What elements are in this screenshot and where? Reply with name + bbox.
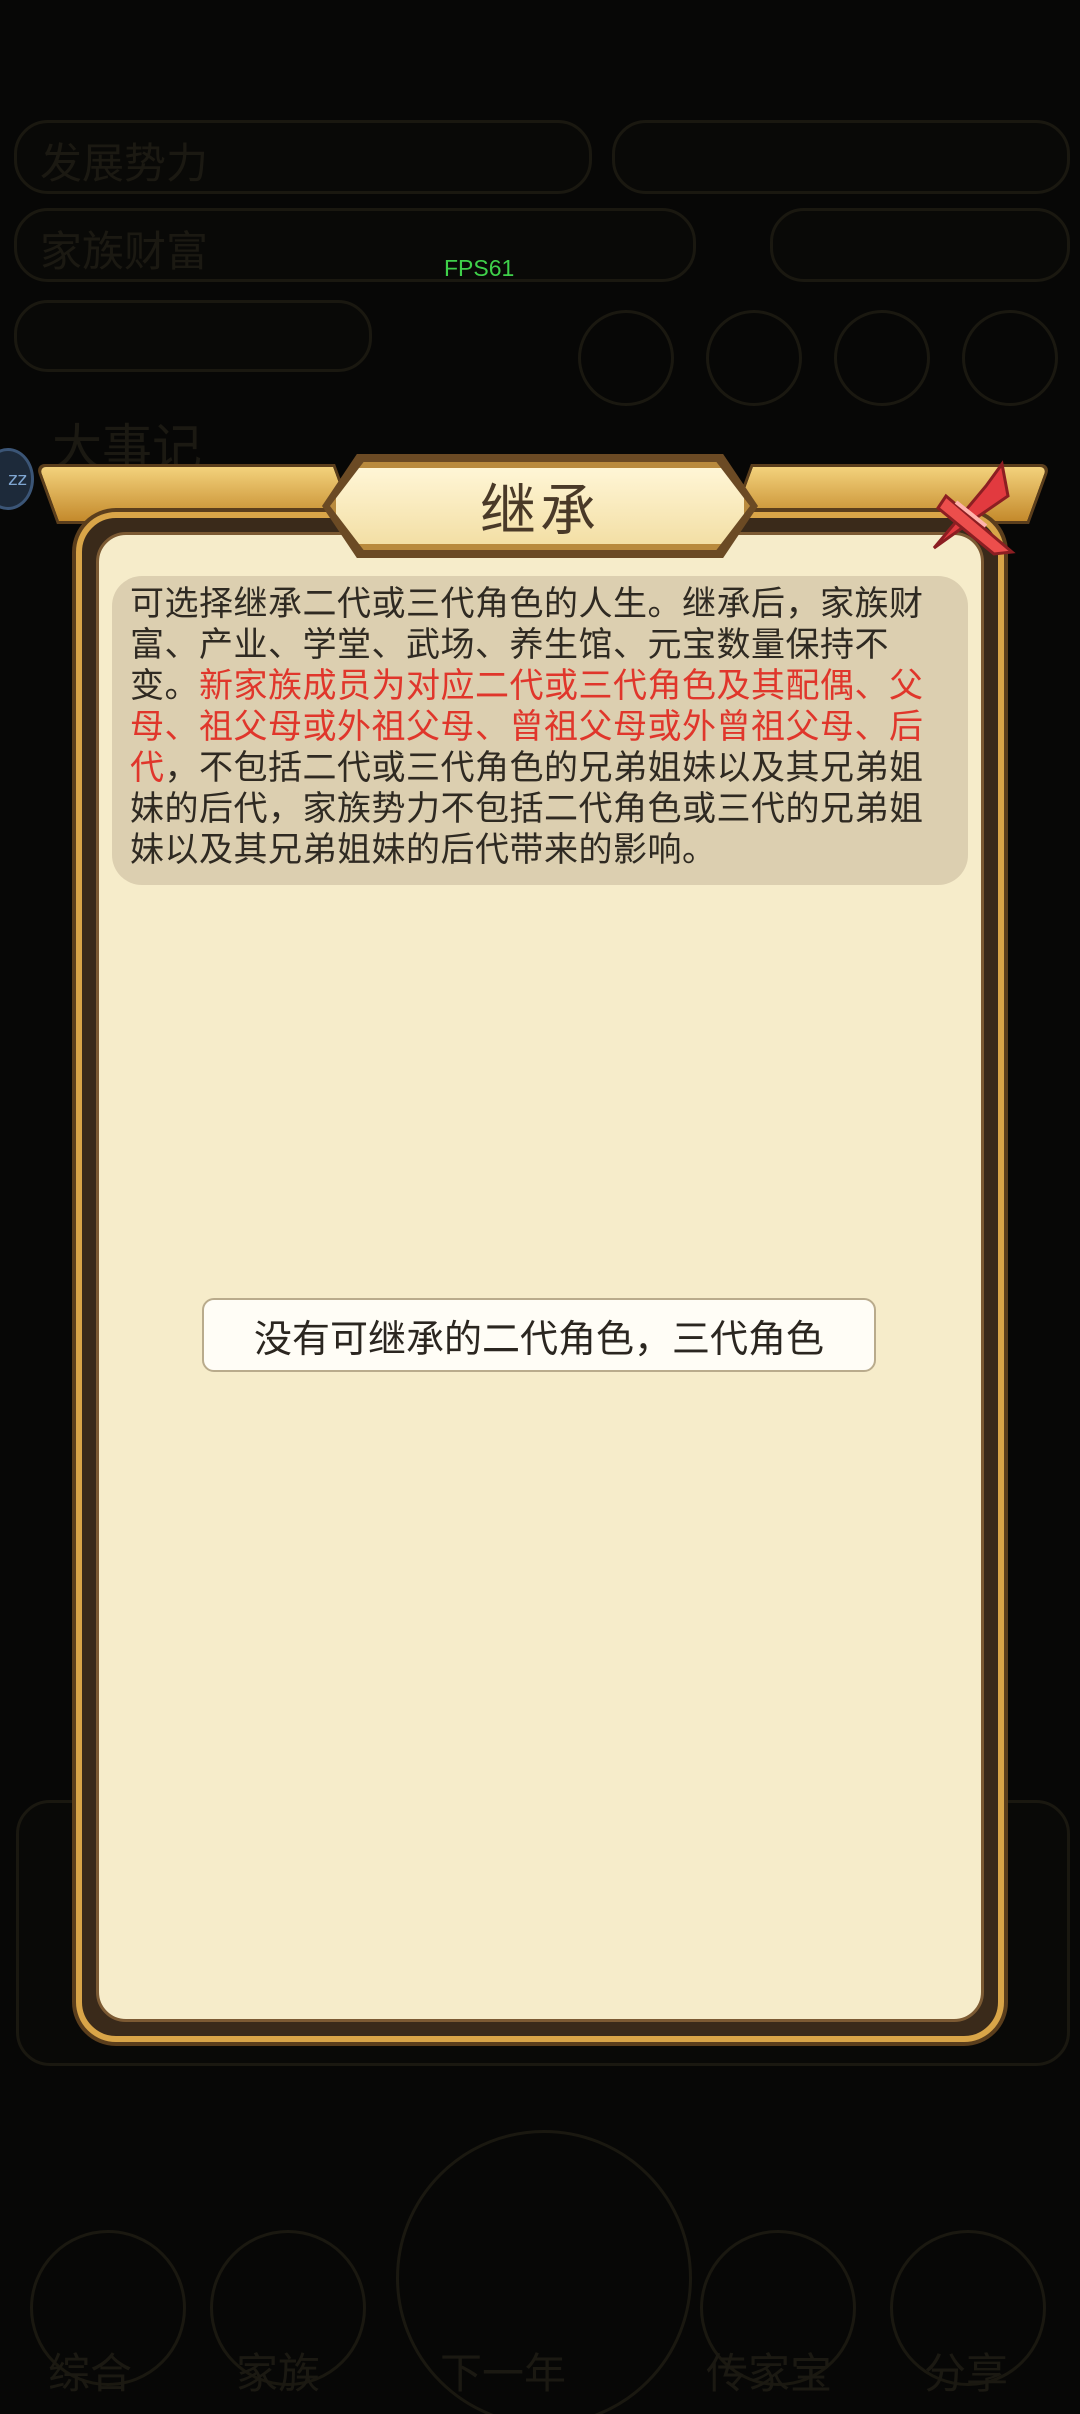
bg-icon-2 (706, 310, 802, 406)
bg-icon-3 (834, 310, 930, 406)
dialog-title: 继承 (480, 478, 600, 544)
bg-nav-label-5: 分享 (924, 2349, 1009, 2398)
fps-counter: FPS61 (444, 255, 515, 281)
empty-notice: 没有可继承的二代角色，三代角色 (202, 1298, 876, 1372)
bg-stat-bar-2 (612, 120, 1070, 194)
bg-button-bar (14, 300, 372, 372)
description-text-2: ，不包括二代或三代角色的兄弟姐妹以及其兄弟姐妹的后代，家族势力不包括二代角色或三… (130, 748, 924, 870)
game-screen: 发展势力 家族财富 大事记 综合 家族 下一年 传家宝 分享 FPS61 zz … (0, 0, 1080, 2414)
close-x-icon (932, 460, 1016, 556)
title-plate: 继承 (330, 462, 750, 550)
bg-nav-label-2: 家族 (236, 2349, 321, 2398)
bg-icon-4 (962, 310, 1058, 406)
bg-stat-bar-4 (770, 208, 1070, 282)
inherit-description: 可选择继承二代或三代角色的人生。继承后，家族财富、产业、学堂、武场、养生馆、元宝… (112, 576, 968, 885)
bg-nav-label-1: 综合 (48, 2349, 133, 2398)
bg-label-2: 家族财富 (40, 227, 209, 276)
bg-nav-label-3: 下一年 (440, 2349, 567, 2398)
bg-label-1: 发展势力 (40, 139, 209, 188)
bg-icon-1 (578, 310, 674, 406)
bg-nav-label-4: 传家宝 (706, 2349, 833, 2398)
close-button[interactable] (916, 456, 1026, 566)
